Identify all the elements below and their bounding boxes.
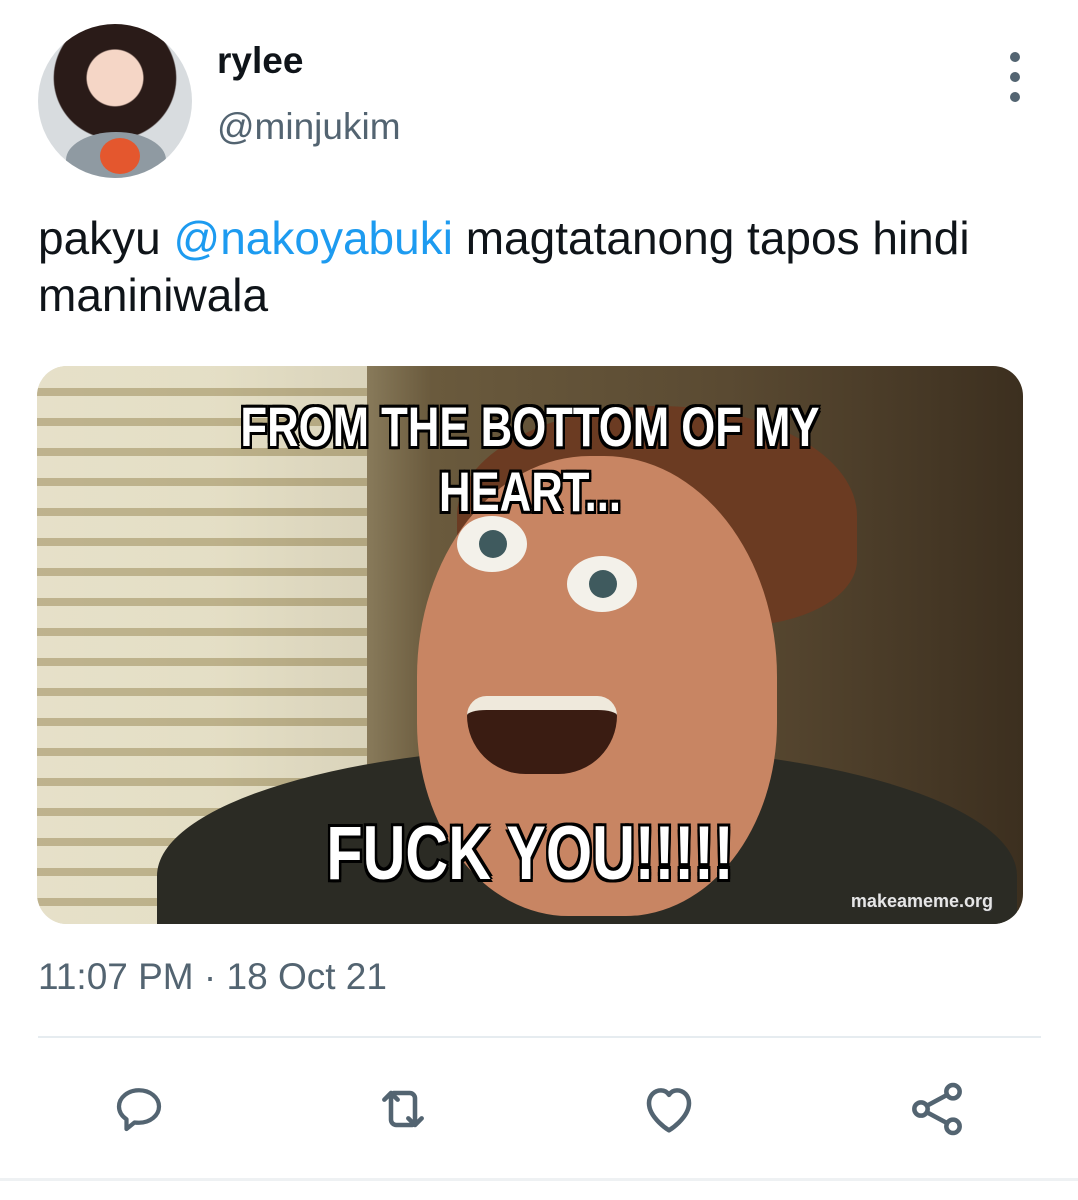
action-bar bbox=[0, 1076, 1078, 1142]
right-eye bbox=[567, 556, 637, 612]
retweet-button[interactable] bbox=[370, 1076, 436, 1142]
tweet-text: pakyu @nakoyabuki magtatanong tapos hind… bbox=[38, 210, 1038, 324]
mention-link[interactable]: @nakoyabuki bbox=[174, 212, 453, 264]
more-vertical-icon bbox=[1010, 72, 1020, 82]
watermark: makeameme.org bbox=[850, 891, 993, 911]
avatar-scarf bbox=[100, 138, 140, 174]
bottom-separator bbox=[0, 1178, 1078, 1181]
heart-icon bbox=[646, 1088, 692, 1133]
more-vertical-icon bbox=[1010, 92, 1020, 102]
divider bbox=[38, 1036, 1041, 1038]
share-icon bbox=[912, 1082, 962, 1136]
left-eye bbox=[457, 516, 527, 572]
avatar[interactable] bbox=[38, 24, 192, 178]
display-name[interactable]: rylee bbox=[217, 40, 303, 82]
more-options-button[interactable] bbox=[998, 52, 1032, 102]
share-button[interactable] bbox=[904, 1076, 970, 1142]
reply-icon bbox=[116, 1088, 162, 1132]
tweet-media-image[interactable]: FROM THE BOTTOM OF MY HEART... FUCK YOU!… bbox=[37, 366, 1023, 924]
retweet-icon bbox=[382, 1090, 424, 1128]
reply-button[interactable] bbox=[106, 1076, 172, 1142]
timestamp[interactable]: 11:07 PM · 18 Oct 21 bbox=[38, 956, 387, 998]
more-vertical-icon bbox=[1010, 52, 1020, 62]
meme-top-caption: FROM THE BOTTOM OF MY HEART... bbox=[240, 395, 820, 523]
meme-bottom-caption: FUCK YOU!!!!! bbox=[326, 811, 734, 896]
tweet-text-before: pakyu bbox=[38, 212, 174, 264]
like-button[interactable] bbox=[636, 1076, 702, 1142]
user-handle[interactable]: @minjukim bbox=[217, 106, 401, 148]
